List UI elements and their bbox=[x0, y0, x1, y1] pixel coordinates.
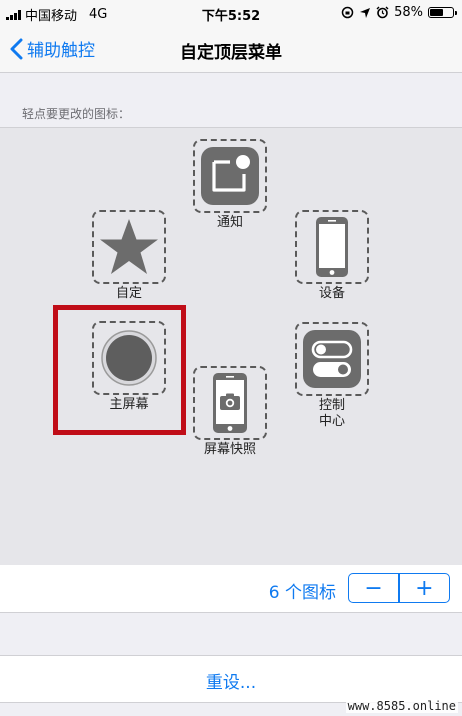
lock-rotation-icon bbox=[341, 6, 354, 19]
section-label: 轻点要更改的图标： bbox=[22, 107, 131, 121]
menu-slot-notification[interactable]: 通知 bbox=[193, 139, 267, 231]
slot-frame bbox=[92, 210, 166, 284]
alarm-icon bbox=[376, 6, 389, 19]
watermark: www.8585.online bbox=[345, 699, 458, 713]
highlight-annotation bbox=[53, 305, 186, 435]
increase-button[interactable]: + bbox=[400, 574, 449, 602]
slot-label-control-center-line2: 中心 bbox=[318, 414, 345, 429]
toggle-switches-icon bbox=[303, 330, 361, 388]
menu-slot-device[interactable]: 设备 bbox=[295, 210, 369, 302]
minus-icon: − bbox=[364, 575, 383, 601]
icon-count-stepper: − + bbox=[348, 573, 450, 603]
slot-label-control-center-line1: 控制 bbox=[318, 398, 345, 413]
location-icon bbox=[360, 7, 371, 18]
menu-slot-control-center[interactable]: 控制 中心 bbox=[295, 322, 369, 430]
status-right: 58% bbox=[341, 5, 457, 20]
menu-slot-screenshot[interactable]: 屏幕快照 bbox=[193, 366, 267, 458]
slot-frame bbox=[193, 139, 267, 213]
battery-percent: 58% bbox=[394, 5, 423, 20]
menu-slot-custom[interactable]: 自定 bbox=[92, 210, 166, 302]
slot-label-notification: 通知 bbox=[216, 215, 243, 230]
plus-icon: + bbox=[415, 575, 434, 601]
slot-label-device: 设备 bbox=[318, 286, 345, 301]
notification-icon bbox=[201, 147, 259, 205]
icon-count-label: 6 个图标 bbox=[268, 583, 336, 603]
reset-button[interactable]: 重设... bbox=[0, 668, 462, 693]
slot-label-custom: 自定 bbox=[115, 286, 142, 301]
reset-row: 重设... bbox=[0, 655, 462, 703]
battery-fill bbox=[430, 9, 443, 16]
status-bar: 中国移动 4G 下午5:52 58% bbox=[0, 0, 462, 26]
slot-frame bbox=[193, 366, 267, 440]
iphone-icon bbox=[316, 217, 348, 277]
screenshot-icon bbox=[213, 373, 247, 433]
navigation-bar: 辅助触控 自定顶层菜单 bbox=[0, 26, 462, 73]
icon-count-row: 6 个图标 − + bbox=[0, 565, 462, 613]
star-icon bbox=[100, 219, 158, 274]
slot-frame bbox=[295, 322, 369, 396]
battery-icon bbox=[428, 7, 457, 18]
decrease-button[interactable]: − bbox=[349, 574, 398, 602]
slot-label-screenshot: 屏幕快照 bbox=[203, 442, 256, 457]
page-title: 自定顶层菜单 bbox=[180, 43, 282, 63]
slot-frame bbox=[295, 210, 369, 284]
